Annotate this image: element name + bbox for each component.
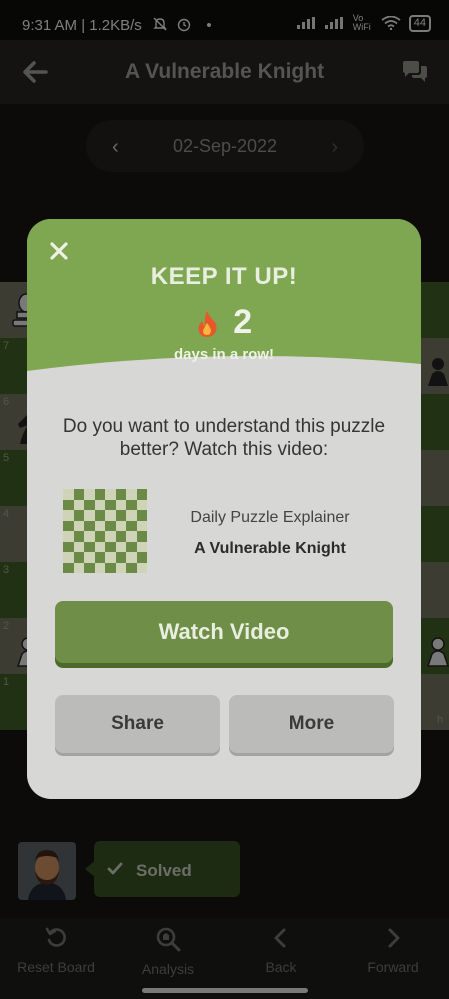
thumbnail-square	[94, 520, 105, 531]
streak-count: 2	[233, 303, 253, 341]
thumbnail-square	[136, 499, 147, 510]
thumbnail-square	[105, 552, 116, 563]
thumbnail-square	[94, 541, 105, 552]
thumbnail-square	[94, 552, 105, 563]
thumbnail-square	[84, 552, 95, 563]
thumbnail-square	[115, 541, 126, 552]
thumbnail-square	[105, 531, 116, 542]
thumbnail-square	[73, 510, 84, 521]
thumbnail-square	[105, 510, 116, 521]
thumbnail-square	[63, 510, 74, 521]
thumbnail-square	[115, 520, 126, 531]
puzzle-thumbnail[interactable]	[63, 489, 147, 573]
thumbnail-square	[84, 541, 95, 552]
thumbnail-square	[84, 562, 95, 573]
explainer-title: A Vulnerable Knight	[194, 540, 346, 557]
thumbnail-square	[105, 541, 116, 552]
streak-modal: KEEP IT UP! 2 days in a row! Do you want…	[27, 219, 421, 799]
thumbnail-square	[94, 499, 105, 510]
thumbnail-square	[84, 531, 95, 542]
thumbnail-square	[126, 499, 137, 510]
thumbnail-square	[136, 562, 147, 573]
explainer-label: Daily Puzzle Explainer	[190, 509, 350, 526]
thumbnail-square	[105, 489, 116, 500]
thumbnail-square	[73, 552, 84, 563]
thumbnail-square	[63, 499, 74, 510]
thumbnail-square	[84, 510, 95, 521]
thumbnail-square	[115, 562, 126, 573]
thumbnail-square	[126, 562, 137, 573]
thumbnail-square	[115, 499, 126, 510]
thumbnail-square	[126, 552, 137, 563]
thumbnail-square	[63, 531, 74, 542]
thumbnail-square	[136, 541, 147, 552]
thumbnail-square	[126, 520, 137, 531]
thumbnail-square	[84, 489, 95, 500]
thumbnail-square	[73, 531, 84, 542]
more-button[interactable]: More	[229, 695, 394, 753]
thumbnail-square	[73, 562, 84, 573]
thumbnail-square	[94, 489, 105, 500]
thumbnail-square	[63, 489, 74, 500]
thumbnail-square	[73, 499, 84, 510]
thumbnail-square	[126, 489, 137, 500]
streak-subtitle: days in a row!	[173, 346, 275, 363]
thumbnail-square	[115, 489, 126, 500]
thumbnail-square	[63, 552, 74, 563]
thumbnail-square	[136, 531, 147, 542]
close-icon[interactable]	[49, 241, 69, 261]
video-question: Do you want to understand this puzzle be…	[62, 416, 386, 460]
thumbnail-square	[73, 541, 84, 552]
thumbnail-square	[84, 499, 95, 510]
thumbnail-square	[126, 531, 137, 542]
thumbnail-square	[126, 541, 137, 552]
thumbnail-square	[94, 531, 105, 542]
thumbnail-square	[136, 510, 147, 521]
thumbnail-square	[136, 489, 147, 500]
thumbnail-square	[84, 520, 95, 531]
modal-headline: KEEP IT UP!	[150, 263, 298, 290]
thumbnail-square	[94, 562, 105, 573]
streak-count-row: 2	[27, 303, 421, 342]
thumbnail-square	[115, 531, 126, 542]
thumbnail-square	[73, 489, 84, 500]
flame-icon	[198, 311, 217, 338]
thumbnail-square	[63, 520, 74, 531]
thumbnail-square	[94, 510, 105, 521]
thumbnail-square	[136, 552, 147, 563]
thumbnail-square	[126, 510, 137, 521]
thumbnail-square	[136, 520, 147, 531]
thumbnail-square	[115, 510, 126, 521]
thumbnail-square	[105, 520, 116, 531]
thumbnail-square	[105, 499, 116, 510]
thumbnail-square	[73, 520, 84, 531]
thumbnail-square	[63, 562, 74, 573]
share-button[interactable]: Share	[55, 695, 220, 753]
thumbnail-square	[105, 562, 116, 573]
thumbnail-square	[115, 552, 126, 563]
thumbnail-square	[63, 541, 74, 552]
watch-video-button[interactable]: Watch Video	[55, 601, 393, 663]
